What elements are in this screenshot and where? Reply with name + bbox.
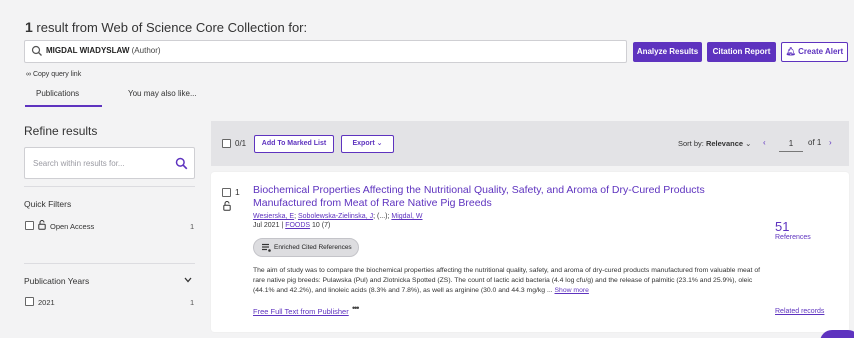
year-2021-checkbox[interactable] [25, 297, 34, 306]
bell-icon: 🔔︎ [785, 47, 796, 56]
divider [24, 263, 195, 264]
export-label: Export [352, 140, 375, 147]
journal-link[interactable]: FOODS [285, 222, 310, 229]
open-access-checkbox[interactable] [25, 221, 34, 230]
prev-page-icon[interactable]: ‹ [763, 138, 766, 147]
citation-report-button[interactable]: Citation Report [707, 42, 776, 62]
open-lock-icon [38, 220, 46, 230]
sort-value: Relevance [705, 139, 744, 148]
abstract-text: The aim of study was to compare the bioc… [253, 267, 761, 294]
page-number-input[interactable]: 1 [779, 135, 803, 152]
search-within-input[interactable]: Search within results for... [24, 147, 195, 179]
query-text: MIGDAL WIADYSLAW (Author) [46, 46, 161, 55]
enriched-cited-references-button[interactable]: Enriched Cited References [253, 238, 359, 257]
related-records-link[interactable]: Related records [775, 308, 824, 315]
author-link[interactable]: Wesierska, E [253, 213, 294, 220]
selected-count: 0/1 [235, 139, 247, 148]
year-2021-label: 2021 [38, 298, 55, 307]
divider [24, 186, 195, 187]
query-field: (Author) [131, 46, 161, 55]
sort-dropdown[interactable]: Sort by: Relevance ⌄ [678, 139, 751, 148]
volume-issue: 10 (7) [312, 222, 331, 229]
quick-filters-heading: Quick Filters [24, 199, 72, 209]
record-index: 1 [235, 187, 240, 197]
show-more-link[interactable]: Show more [555, 287, 589, 294]
refine-results-title: Refine results [24, 124, 98, 138]
link-icon: ∞ [26, 71, 31, 78]
next-page-icon[interactable]: › [829, 138, 832, 147]
year-2021-count: 1 [190, 298, 195, 307]
page-total: of 1 [808, 138, 822, 147]
analyze-results-button[interactable]: Analyze Results [633, 42, 702, 62]
record-checkbox[interactable] [222, 188, 231, 197]
results-heading: 1 result from Web of Science Core Collec… [25, 19, 307, 35]
select-all-checkbox[interactable] [222, 139, 231, 148]
chevron-down-icon: ⌄ [745, 139, 752, 148]
sort-by-label: Sort by: [678, 139, 704, 148]
open-access-label: Open Access [50, 222, 95, 231]
copy-query-label: Copy query link [32, 71, 82, 78]
references-count[interactable]: 51 [775, 219, 789, 234]
add-to-marked-list-button[interactable]: Add To Marked List [254, 135, 334, 153]
search-icon[interactable] [175, 157, 188, 170]
active-tab-indicator [25, 105, 102, 107]
chevron-down-icon: ⌄ [376, 140, 383, 147]
record-source: Jul 2021 | FOODS 10 (7) [253, 222, 331, 229]
record-card: 1 Biochemical Properties Affecting the N… [211, 172, 849, 332]
author-link[interactable]: Migdal, W [391, 213, 422, 220]
record-title-link[interactable]: Biochemical Properties Affecting the Nut… [253, 184, 763, 210]
create-alert-button[interactable]: 🔔︎ Create Alert [781, 42, 848, 62]
open-access-count: 1 [190, 222, 195, 231]
references-label[interactable]: References [775, 234, 811, 241]
export-button[interactable]: Export ⌄ [341, 135, 394, 153]
copy-query-link[interactable]: ∞ Copy query link [26, 71, 81, 78]
results-toolbar: 0/1 Add To Marked List Export ⌄ Sort by:… [211, 121, 849, 166]
author-link[interactable]: Sobolewska-Zielinska, J [298, 213, 373, 220]
authors-ellipsis[interactable]: (...) [377, 213, 388, 220]
more-options-icon[interactable]: ••• [352, 303, 360, 313]
help-chat-button[interactable] [820, 330, 854, 338]
results-count: 1 [25, 19, 33, 35]
record-date: Jul 2021 [253, 222, 280, 229]
tab-you-may-also-like[interactable]: You may also like... [128, 89, 197, 98]
query-box[interactable]: MIGDAL WIADYSLAW (Author) [24, 40, 627, 63]
search-icon [31, 45, 42, 56]
chevron-down-icon[interactable] [184, 277, 192, 283]
open-lock-icon [223, 201, 231, 211]
enriched-label: Enriched Cited References [274, 244, 352, 251]
record-abstract: The aim of study was to compare the bioc… [253, 266, 763, 296]
tab-publications[interactable]: Publications [36, 89, 79, 98]
search-within-placeholder: Search within results for... [33, 159, 125, 168]
record-authors: Wesierska, E; Sobolewska-Zielinska, J; (… [253, 213, 423, 220]
publication-years-heading[interactable]: Publication Years [24, 276, 89, 286]
results-heading-text: result from Web of Science Core Collecti… [36, 20, 308, 35]
full-text-link[interactable]: Free Full Text from Publisher [253, 307, 349, 316]
list-icon [262, 243, 271, 252]
create-alert-label: Create Alert [798, 47, 844, 56]
query-term: MIGDAL WIADYSLAW [46, 46, 130, 55]
